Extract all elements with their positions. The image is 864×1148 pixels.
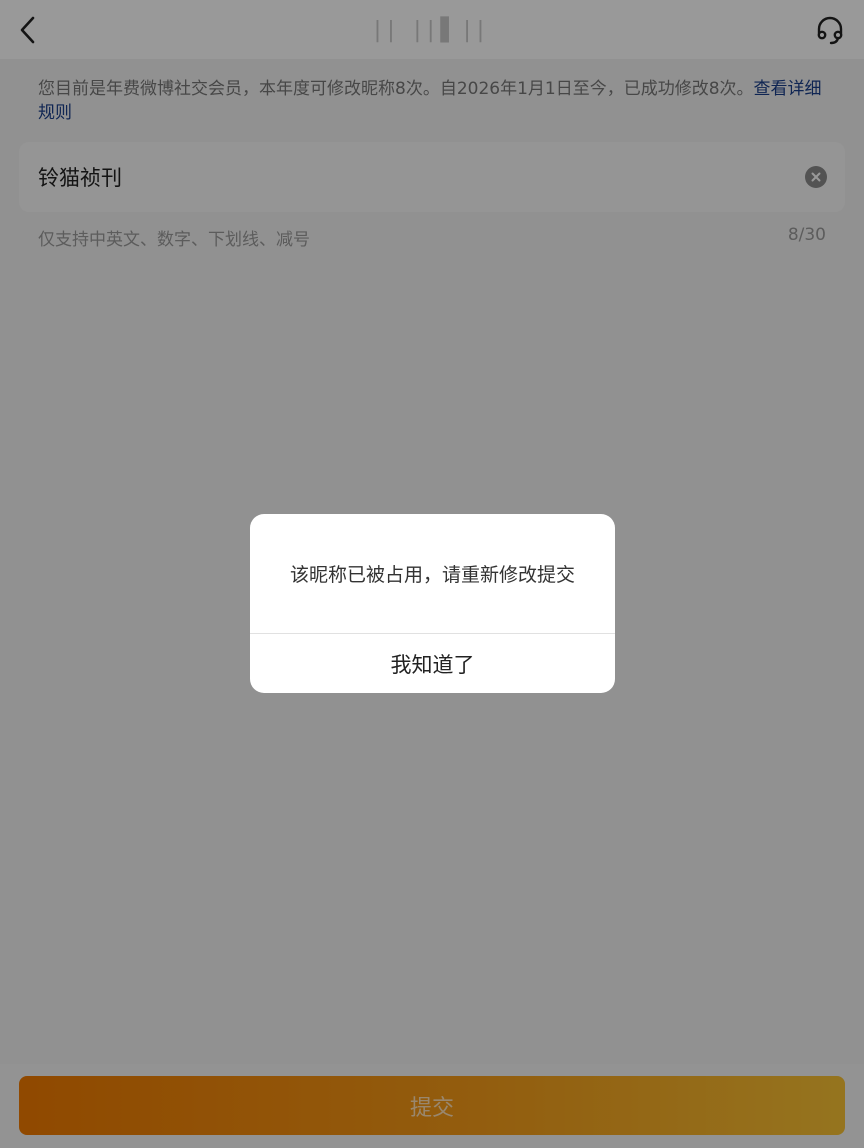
alert-dialog: 该昵称已被占用，请重新修改提交 我知道了 xyxy=(250,514,615,693)
modal-overlay[interactable]: 该昵称已被占用，请重新修改提交 我知道了 xyxy=(0,0,864,1148)
nickname-edit-page: || ||▌|| 您目前是年费微博社交会员，本年度可修改昵称8次。自2026年1… xyxy=(0,0,864,1148)
dialog-message: 该昵称已被占用，请重新修改提交 xyxy=(289,564,575,586)
dialog-confirm-button[interactable]: 我知道了 xyxy=(250,634,615,693)
